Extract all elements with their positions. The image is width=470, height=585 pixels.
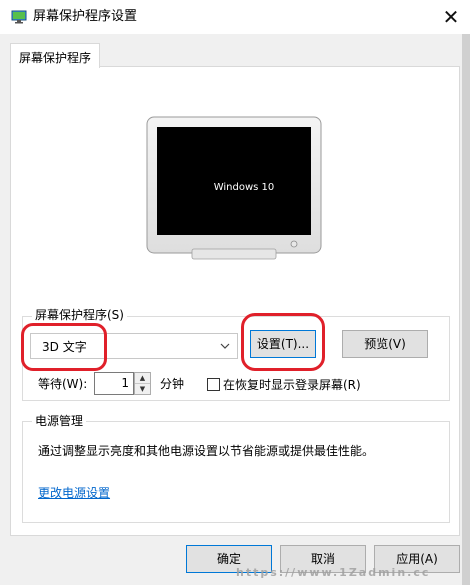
tab-screensaver[interactable]: 屏幕保护程序 bbox=[10, 43, 100, 68]
wait-label: 等待(W): bbox=[38, 377, 88, 391]
screensaver-group-label: 屏幕保护程序(S) bbox=[32, 308, 127, 322]
power-description: 通过调整显示亮度和其他电源设置以节省能源或提供最佳性能。 bbox=[38, 444, 375, 458]
watermark: https://www.1Zadmin.cc bbox=[236, 566, 431, 579]
background-edge bbox=[462, 34, 470, 585]
settings-button[interactable]: 设置(T)... bbox=[250, 330, 316, 358]
change-power-settings-link[interactable]: 更改电源设置 bbox=[38, 484, 110, 501]
monitor-app-icon bbox=[11, 10, 27, 24]
spin-down-icon[interactable]: ▼ bbox=[135, 384, 150, 394]
spin-up-icon[interactable]: ▲ bbox=[135, 373, 150, 384]
power-group-label: 电源管理 bbox=[32, 414, 87, 428]
wait-minutes-input[interactable]: 1 bbox=[94, 372, 134, 395]
close-icon: ✕ bbox=[442, 5, 460, 29]
close-button[interactable]: ✕ bbox=[436, 3, 466, 31]
resume-login-label[interactable]: 在恢复时显示登录屏幕(R) bbox=[223, 376, 361, 393]
power-management-group bbox=[22, 421, 450, 523]
screensaver-select[interactable]: 3D 文字 bbox=[30, 333, 238, 359]
preview-button[interactable]: 预览(V) bbox=[342, 330, 428, 358]
wait-minutes-value: 1 bbox=[121, 376, 129, 390]
monitor-screen-text: Windows 10 bbox=[213, 182, 275, 193]
tab-label: 屏幕保护程序 bbox=[18, 51, 91, 65]
resume-login-checkbox[interactable] bbox=[207, 378, 220, 391]
wait-spinner[interactable]: ▲ ▼ bbox=[134, 372, 151, 395]
minutes-label: 分钟 bbox=[160, 377, 185, 391]
chevron-down-icon bbox=[220, 343, 230, 349]
window-title: 屏幕保护程序设置 bbox=[33, 9, 138, 24]
screensaver-select-value: 3D 文字 bbox=[42, 340, 87, 354]
